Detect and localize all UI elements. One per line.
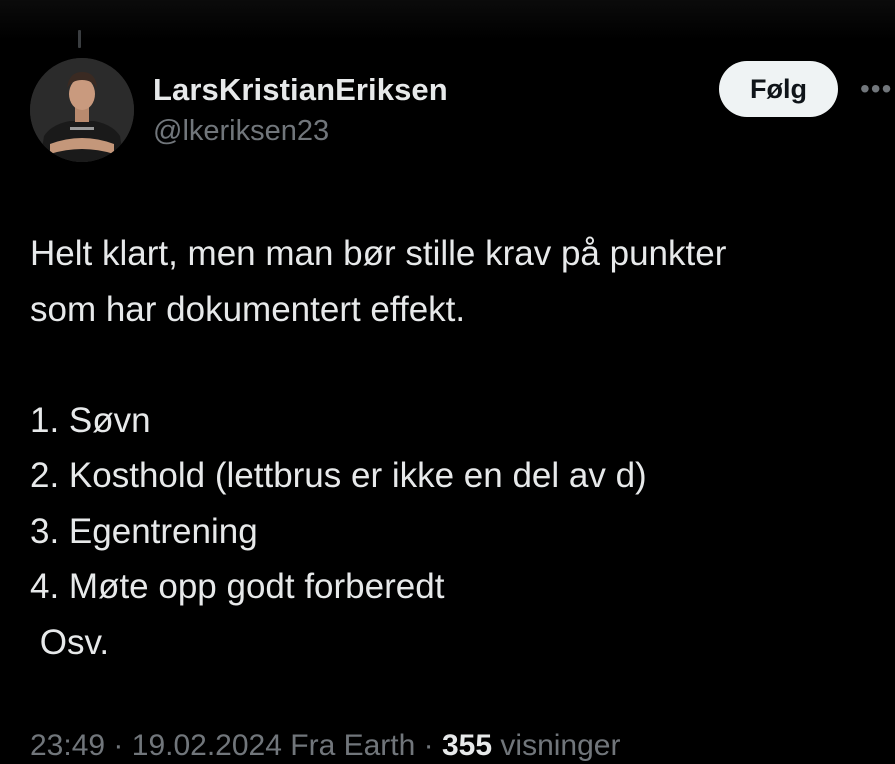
views-count[interactable]: 355: [442, 729, 492, 762]
tweet-line: [30, 337, 880, 393]
tweet-line: 3. Egentrening: [30, 511, 258, 551]
tweet-date[interactable]: 19.02.2024: [132, 729, 282, 762]
author-info: LarsKristianEriksen @lkeriksen23: [153, 70, 448, 150]
tweet-time[interactable]: 23:49: [30, 729, 105, 762]
author-display-name[interactable]: LarsKristianEriksen: [153, 70, 448, 110]
tweet-metadata: 23:49 · 19.02.2024 Fra Earth · 355 visni…: [30, 728, 620, 764]
top-fade: [0, 0, 895, 40]
avatar[interactable]: [30, 58, 134, 162]
author-handle[interactable]: @lkeriksen23: [153, 112, 448, 150]
views-label: visninger: [500, 729, 621, 762]
tweet-line: Osv.: [30, 622, 110, 662]
tweet-line: Helt klart, men man bør stille krav på p…: [30, 234, 727, 273]
profile-photo-icon: [30, 58, 134, 162]
more-options-icon[interactable]: •••: [860, 76, 895, 102]
meta-separator: ·: [113, 729, 124, 762]
tweet-line: 2. Kosthold (lettbrus er ikke en del av …: [30, 456, 647, 495]
follow-button[interactable]: Følg: [719, 61, 838, 117]
tweet-source: Fra Earth: [290, 729, 416, 762]
tweet-line: 4. Møte opp godt forberedt: [30, 567, 445, 606]
tweet-text: Helt klart, men man bør stille krav på p…: [30, 226, 880, 670]
tweet-line: 1. Søvn: [30, 400, 151, 440]
thread-connector-line: [78, 30, 81, 48]
tweet-line: som har dokumentert effekt.: [30, 289, 466, 329]
meta-separator: ·: [423, 729, 434, 762]
